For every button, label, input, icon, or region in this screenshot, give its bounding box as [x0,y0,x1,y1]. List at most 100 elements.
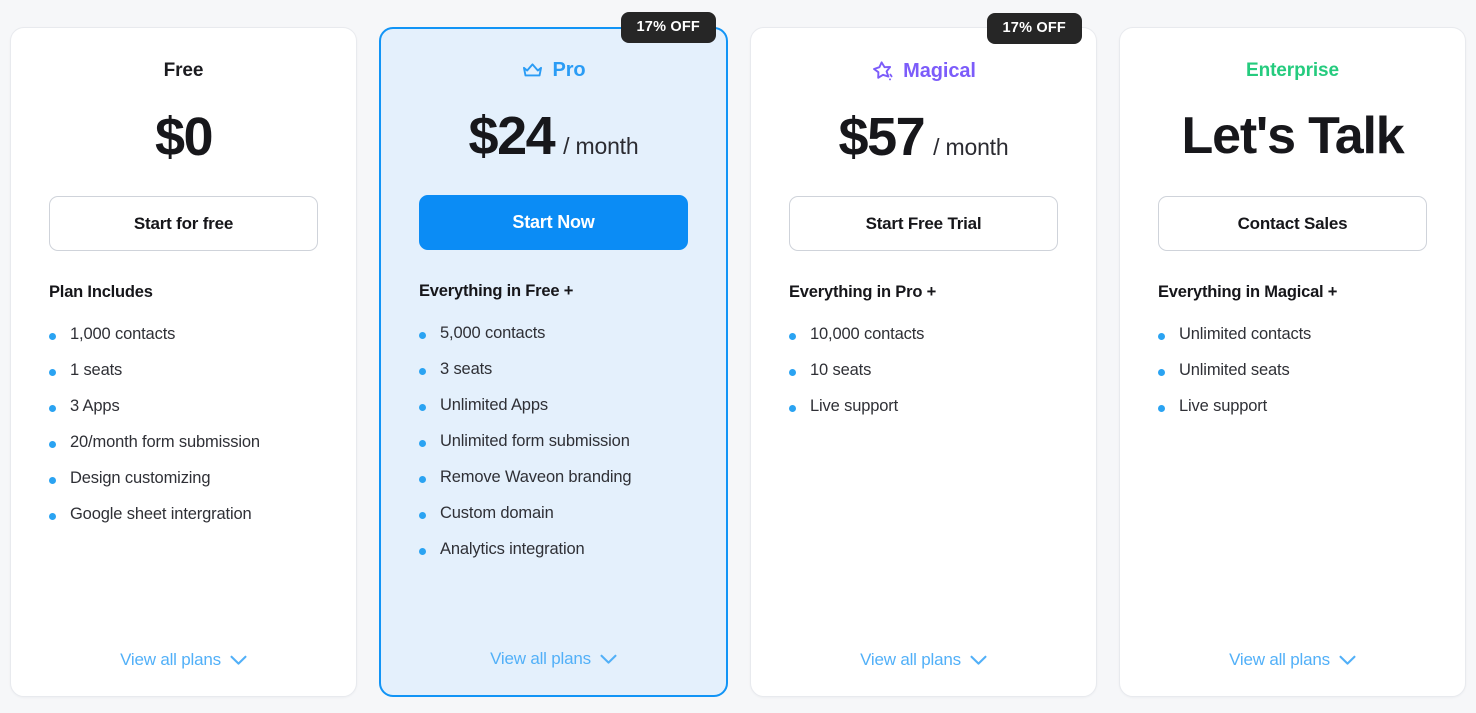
list-item: 10 seats [789,352,1058,388]
view-all-plans-label: View all plans [860,650,961,669]
price-row-pro: $24 / month [419,109,688,171]
bullet-icon [419,331,426,339]
features-title-free: Plan Includes [49,283,153,301]
view-all-plans-label: View all plans [490,649,591,668]
start-free-trial-button[interactable]: Start Free Trial [789,196,1058,251]
chevron-down-icon [1339,655,1356,666]
plan-name-enterprise: Enterprise [1246,60,1339,81]
feature-label: Unlimited seats [1179,360,1290,379]
feature-label: 10,000 contacts [810,324,925,343]
price-row-enterprise: Let's Talk [1158,110,1427,172]
bullet-icon [49,512,56,520]
list-item: Custom domain [419,495,688,531]
features-free: Plan Includes 1,000 contacts 1 seats 3 A… [49,283,318,638]
price-amount-magical: $57 [838,107,926,167]
view-all-plans-label: View all plans [1229,650,1330,669]
price-amount-free: $0 [154,107,214,167]
feature-label: 1,000 contacts [70,324,176,343]
chevron-down-icon [970,655,987,666]
list-item: Unlimited seats [1158,352,1427,388]
pricing-plans-grid: Free $0 Start for free Plan Includes 1,0… [0,0,1476,713]
contact-sales-button[interactable]: Contact Sales [1158,196,1427,251]
view-all-plans-label: View all plans [120,650,221,669]
feature-label: Unlimited form submission [440,431,630,450]
plan-name-free: Free [163,60,204,81]
start-for-free-button[interactable]: Start for free [49,196,318,251]
bullet-icon [1158,368,1165,376]
list-item: 3 seats [419,351,688,387]
list-item: Unlimited Apps [419,387,688,423]
price-row-free: $0 [49,110,318,172]
features-title-enterprise: Everything in Magical + [1158,283,1338,301]
bullet-icon [789,368,796,376]
feature-label: Live support [1179,396,1268,415]
status-badge-pro-discount: 17% OFF [620,12,716,43]
price-amount-enterprise: Let's Talk [1181,107,1405,165]
list-item: Analytics integration [419,531,688,567]
crown-icon [521,61,544,80]
feature-list-free: 1,000 contacts 1 seats 3 Apps 20/month f… [49,316,318,532]
list-item: Live support [1158,388,1427,424]
bullet-icon [49,404,56,412]
features-pro: Everything in Free + 5,000 contacts 3 se… [419,282,688,637]
chevron-down-icon [230,655,247,666]
bullet-icon [1158,332,1165,340]
feature-label: 1 seats [70,360,123,379]
feature-label: Live support [810,396,899,415]
bullet-icon [419,439,426,447]
feature-label: 10 seats [810,360,872,379]
feature-label: Custom domain [440,503,554,522]
view-all-plans-link-magical[interactable]: View all plans [789,638,1058,696]
bullet-icon [1158,404,1165,412]
view-all-plans-link-enterprise[interactable]: View all plans [1158,638,1427,696]
plan-card-free: Free $0 Start for free Plan Includes 1,0… [10,27,357,697]
features-title-magical: Everything in Pro + [789,283,937,301]
feature-list-enterprise: Unlimited contacts Unlimited seats Live … [1158,316,1427,424]
feature-label: 3 seats [440,359,493,378]
sparkle-star-icon [871,60,895,83]
plan-header-pro: Pro [419,57,688,83]
start-now-button[interactable]: Start Now [419,195,688,250]
view-all-plans-link-free[interactable]: View all plans [49,638,318,696]
feature-label: Unlimited Apps [440,395,548,414]
list-item: 1,000 contacts [49,316,318,352]
bullet-icon [419,511,426,519]
list-item: Unlimited form submission [419,423,688,459]
bullet-icon [419,367,426,375]
feature-label: Analytics integration [440,539,585,558]
bullet-icon [419,547,426,555]
bullet-icon [49,440,56,448]
feature-label: Remove Waveon branding [440,467,632,486]
bullet-icon [789,332,796,340]
feature-label: Design customizing [70,468,211,487]
list-item: Unlimited contacts [1158,316,1427,352]
feature-label: 3 Apps [70,396,120,415]
feature-list-magical: 10,000 contacts 10 seats Live support [789,316,1058,424]
price-period-pro: / month [563,133,639,159]
feature-list-pro: 5,000 contacts 3 seats Unlimited Apps Un… [419,315,688,567]
list-item: 20/month form submission [49,424,318,460]
view-all-plans-link-pro[interactable]: View all plans [419,637,688,695]
list-item: Google sheet intergration [49,496,318,532]
bullet-icon [49,332,56,340]
list-item: 5,000 contacts [419,315,688,351]
bullet-icon [49,368,56,376]
plan-card-enterprise: Enterprise Let's Talk Contact Sales Ever… [1119,27,1466,697]
plan-name-magical: Magical [903,59,976,82]
features-enterprise: Everything in Magical + Unlimited contac… [1158,283,1427,638]
list-item: Remove Waveon branding [419,459,688,495]
list-item: Live support [789,388,1058,424]
bullet-icon [419,475,426,483]
bullet-icon [419,403,426,411]
list-item: 1 seats [49,352,318,388]
bullet-icon [789,404,796,412]
plan-name-pro: Pro [552,58,586,81]
plan-card-pro: 17% OFF Pro $24 / month Start Now Everyt… [379,12,728,697]
list-item: Design customizing [49,460,318,496]
features-magical: Everything in Pro + 10,000 contacts 10 s… [789,283,1058,638]
list-item: 10,000 contacts [789,316,1058,352]
price-row-magical: $57 / month [789,110,1058,172]
feature-label: 5,000 contacts [440,323,546,342]
feature-label: Unlimited contacts [1179,324,1312,343]
plan-header-free: Free [49,58,318,84]
